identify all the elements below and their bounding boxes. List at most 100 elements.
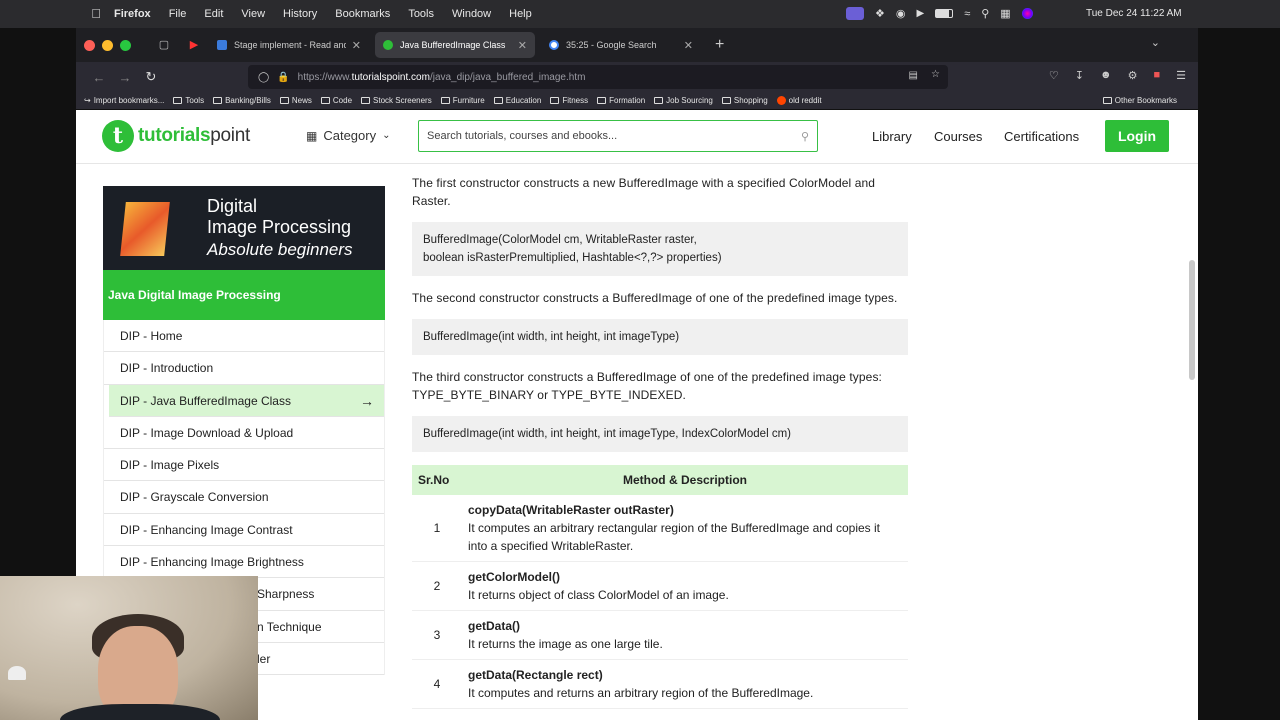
dropbox-icon[interactable]: ❖ [875, 7, 885, 20]
login-button[interactable]: Login [1105, 120, 1169, 152]
bookmark-label: old reddit [788, 96, 822, 105]
search-box[interactable]: ⚲ [418, 120, 818, 152]
course-banner[interactable]: Digital Image Processing Absolute beginn… [103, 186, 385, 270]
tab-bar: ▢ ▶ Stage implement - Read and Wr ✕ Java… [76, 28, 1198, 62]
bookmark-folder[interactable]: Formation [597, 96, 645, 105]
table-row: 3 getData() It returns the image as one l… [412, 610, 908, 660]
app-status-icon[interactable]: ◉ [896, 7, 906, 20]
sidebar-item-image-pixels[interactable]: DIP - Image Pixels [104, 449, 384, 482]
list-tabs-chevron-icon[interactable]: ⌄ [1151, 36, 1160, 49]
minimize-window-button[interactable] [102, 39, 113, 51]
close-window-button[interactable] [84, 39, 95, 51]
reload-button[interactable]: ↻ [138, 69, 164, 85]
folder-icon [1102, 97, 1112, 104]
other-bookmarks[interactable]: Other Bookmarks [1102, 96, 1177, 105]
folder-icon [173, 97, 183, 104]
sidebar-item-home[interactable]: DIP - Home [104, 320, 384, 353]
apple-icon[interactable]:  [88, 6, 104, 22]
bookmark-folder[interactable]: Job Sourcing [654, 96, 713, 105]
bookmark-star-icon[interactable]: ☆ [931, 69, 940, 80]
search-icon[interactable]: ⚲ [801, 130, 809, 143]
bookmark-old-reddit[interactable]: old reddit [776, 96, 822, 105]
row-description: getColorModel() It returns object of clas… [462, 561, 908, 611]
menu-tools[interactable]: Tools [408, 8, 434, 20]
menu-icon[interactable]: ☰ [1176, 69, 1186, 82]
menu-history[interactable]: History [283, 8, 317, 20]
siri-icon[interactable] [1021, 8, 1033, 19]
reader-view-icon[interactable]: ▤ [909, 70, 918, 81]
bookmark-folder[interactable]: Shopping [721, 96, 768, 105]
downloads-icon[interactable]: ↧ [1075, 69, 1084, 82]
page-scrollbar[interactable] [1189, 260, 1195, 380]
youtube-pinned-tab-icon[interactable]: ▶ [179, 35, 209, 55]
method-name: getData(Rectangle rect) [468, 668, 603, 682]
play-icon[interactable]: ▶ [916, 8, 924, 19]
bookmark-label: Tools [185, 96, 205, 105]
extension-badge-icon[interactable]: ■ [1153, 69, 1160, 82]
zoom-window-button[interactable] [120, 39, 131, 51]
bookmark-label: Formation [609, 96, 646, 105]
tab-java-bufferedimage[interactable]: Java BufferedImage Class ✕ [375, 32, 535, 58]
paragraph-first-constructor: The first constructor constructs a new B… [412, 176, 876, 208]
menu-help[interactable]: Help [509, 8, 532, 20]
bookmark-folder[interactable]: News [279, 96, 312, 105]
folder-icon [213, 97, 223, 104]
search-input[interactable] [427, 130, 787, 142]
bookmark-folder[interactable]: Furniture [440, 96, 485, 105]
lock-icon[interactable]: 🔒 [277, 72, 289, 83]
bookmark-folder[interactable]: Fitness [550, 96, 588, 105]
close-tab-icon[interactable]: ✕ [352, 39, 361, 52]
tab-google-search[interactable]: 35:25 - Google Search ✕ [541, 32, 701, 58]
menubar-clock[interactable]: Tue Dec 24 11:22 AM [1086, 8, 1182, 19]
bookmark-import[interactable]: ↪ Import bookmarks... [84, 96, 164, 105]
site-logo[interactable]: t tutorialspoint [102, 120, 250, 152]
sidebar-item-grayscale[interactable]: DIP - Grayscale Conversion [104, 481, 384, 514]
tab-overview-icon[interactable]: ▢ [149, 35, 179, 55]
nav-courses[interactable]: Courses [934, 129, 982, 144]
sidebar-item-introduction[interactable]: DIP - Introduction [104, 352, 384, 385]
menu-file[interactable]: File [169, 8, 187, 20]
tab-stage-implement[interactable]: Stage implement - Read and Wr ✕ [209, 32, 369, 58]
code-block-2: BufferedImage(int width, int height, int… [412, 319, 908, 355]
bookmark-folder[interactable]: Code [320, 96, 352, 105]
menu-app[interactable]: Firefox [114, 8, 151, 20]
tracking-shield-icon[interactable]: ◯ [258, 72, 269, 83]
category-dropdown[interactable]: ▦ Category ⌄ [306, 128, 390, 143]
account-icon[interactable]: ☻ [1100, 69, 1112, 82]
menu-edit[interactable]: Edit [204, 8, 223, 20]
row-description: getData() It returns the image as one lar… [462, 610, 908, 660]
extensions-icon[interactable]: ⚙ [1128, 69, 1138, 82]
tab-title: 35:25 - Google Search [566, 40, 657, 50]
new-tab-button[interactable]: + [715, 36, 724, 54]
back-button[interactable]: ← [86, 70, 112, 85]
sidebar-item-download-upload[interactable]: DIP - Image Download & Upload [104, 417, 384, 450]
url-bar[interactable]: ◯ 🔒 https://www. tutorialspoint.com/java_… [248, 65, 948, 89]
control-center-icon[interactable]: ▦ [1000, 7, 1010, 20]
close-tab-icon[interactable]: ✕ [518, 39, 527, 52]
toolbar-right-icons: ♡ ↧ ☻ ⚙ ■ ☰ [1049, 69, 1186, 82]
row-number: 2 [412, 561, 462, 611]
bookmark-folder[interactable]: Tools [173, 96, 204, 105]
menu-window[interactable]: Window [452, 8, 491, 20]
close-tab-icon[interactable]: ✕ [684, 39, 693, 52]
sidebar-item-contrast[interactable]: DIP - Enhancing Image Contrast [104, 514, 384, 547]
sidebar-item-bufferedimage[interactable]: DIP - Java BufferedImage Class → [109, 384, 384, 417]
menu-view[interactable]: View [241, 8, 265, 20]
book-cover-image [120, 202, 170, 256]
bookmark-folder[interactable]: Banking/Bills [213, 96, 271, 105]
bookmark-label: Job Sourcing [666, 96, 713, 105]
webcam-lamp [8, 666, 26, 680]
menu-bookmarks[interactable]: Bookmarks [335, 8, 390, 20]
nav-certifications[interactable]: Certifications [1004, 129, 1079, 144]
battery-icon[interactable] [935, 9, 954, 18]
spotlight-icon[interactable]: ⚲ [981, 7, 989, 20]
sidebar-item-brightness[interactable]: DIP - Enhancing Image Brightness [104, 546, 384, 579]
url-host: tutorialspoint.com [351, 71, 430, 83]
pocket-icon[interactable]: ♡ [1049, 69, 1059, 82]
bookmark-folder[interactable]: Education [493, 96, 541, 105]
bookmark-folder[interactable]: Stock Screeners [361, 96, 432, 105]
screen-record-icon[interactable] [846, 7, 864, 20]
wifi-icon[interactable]: ≈ [964, 8, 970, 20]
nav-library[interactable]: Library [872, 129, 912, 144]
forward-button[interactable]: → [112, 70, 138, 85]
